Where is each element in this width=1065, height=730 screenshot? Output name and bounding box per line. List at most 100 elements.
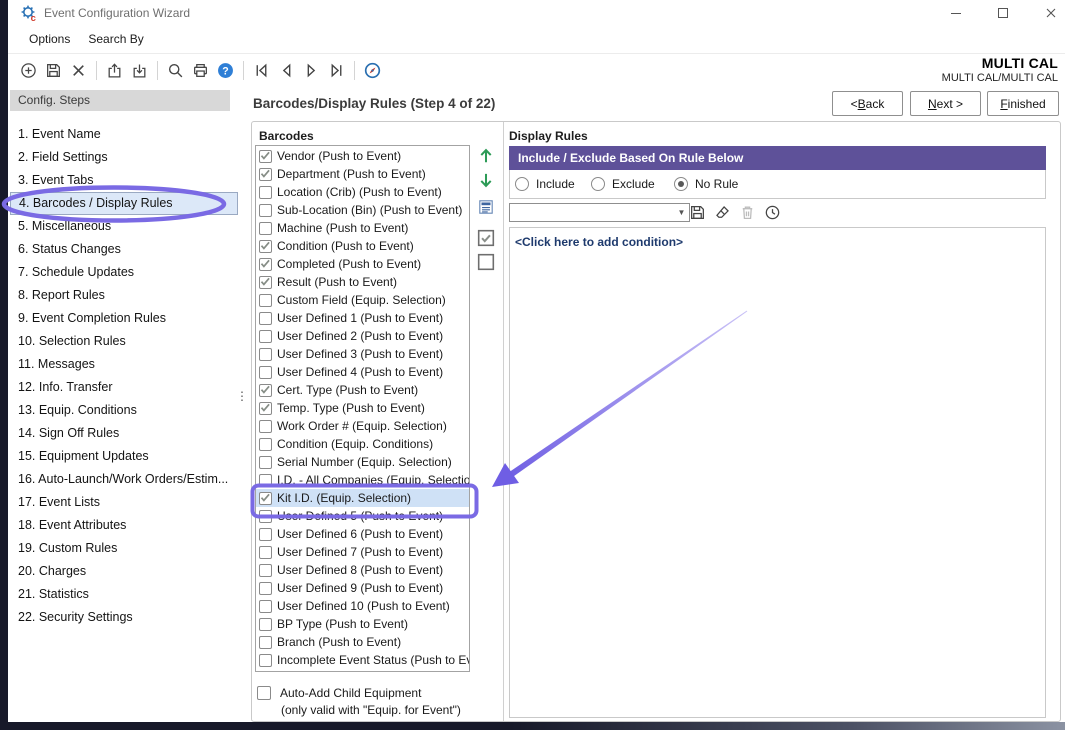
radio-include[interactable]: Include <box>515 170 575 198</box>
sidebar-item-step-18[interactable]: 18. Event Attributes <box>10 514 238 537</box>
nav-prev-icon[interactable] <box>274 58 299 83</box>
sidebar-item-step-3[interactable]: 3. Event Tabs <box>10 169 238 192</box>
rule-history-icon[interactable] <box>762 202 782 222</box>
barcode-row-15[interactable]: Temp. Type (Push to Event) <box>256 399 469 417</box>
nav-last-icon[interactable] <box>324 58 349 83</box>
sidebar-item-step-15[interactable]: 15. Equipment Updates <box>10 445 238 468</box>
sidebar-item-step-20[interactable]: 20. Charges <box>10 560 238 583</box>
rule-save-icon[interactable] <box>687 202 707 222</box>
barcode-row-1[interactable]: Vendor (Push to Event) <box>256 147 469 165</box>
radio-selected[interactable] <box>674 177 688 191</box>
finished-button[interactable]: Finished <box>987 91 1059 116</box>
sidebar-item-step-16[interactable]: 16. Auto-Launch/Work Orders/Estim... <box>10 468 238 491</box>
check-all-icon[interactable] <box>477 229 495 247</box>
checkbox-unchecked[interactable] <box>259 186 272 199</box>
checkbox-unchecked[interactable] <box>259 600 272 613</box>
compass-icon[interactable] <box>360 58 385 83</box>
checkbox-checked[interactable] <box>259 240 272 253</box>
add-icon[interactable] <box>16 58 41 83</box>
barcode-row-27[interactable]: BP Type (Push to Event) <box>256 615 469 633</box>
radio-exclude[interactable]: Exclude <box>591 170 655 198</box>
checkbox-unchecked[interactable] <box>259 546 272 559</box>
save-icon[interactable] <box>41 58 66 83</box>
sidebar-item-step-2[interactable]: 2. Field Settings <box>10 146 238 169</box>
checkbox-unchecked[interactable] <box>259 366 272 379</box>
sidebar-item-step-6[interactable]: 6. Status Changes <box>10 238 238 261</box>
sidebar-item-step-14[interactable]: 14. Sign Off Rules <box>10 422 238 445</box>
checkbox-unchecked[interactable] <box>259 438 272 451</box>
barcode-row-22[interactable]: User Defined 6 (Push to Event) <box>256 525 469 543</box>
barcode-row-25[interactable]: User Defined 9 (Push to Event) <box>256 579 469 597</box>
checkbox-unchecked[interactable] <box>259 510 272 523</box>
checkbox-unchecked[interactable] <box>259 456 272 469</box>
barcode-row-17[interactable]: Condition (Equip. Conditions) <box>256 435 469 453</box>
checkbox-checked[interactable] <box>259 258 272 271</box>
splitter-handle[interactable] <box>236 392 244 401</box>
checkbox-unchecked[interactable] <box>259 348 272 361</box>
barcode-row-12[interactable]: User Defined 3 (Push to Event) <box>256 345 469 363</box>
move-up-icon[interactable] <box>477 147 495 165</box>
uncheck-all-icon[interactable] <box>477 253 495 271</box>
checkbox-unchecked[interactable] <box>259 222 272 235</box>
sidebar-item-step-7[interactable]: 7. Schedule Updates <box>10 261 238 284</box>
barcode-row-6[interactable]: Condition (Push to Event) <box>256 237 469 255</box>
radio-unselected[interactable] <box>515 177 529 191</box>
barcode-row-7[interactable]: Completed (Push to Event) <box>256 255 469 273</box>
barcode-row-10[interactable]: User Defined 1 (Push to Event) <box>256 309 469 327</box>
radio-unselected[interactable] <box>591 177 605 191</box>
next-button[interactable]: Next > <box>910 91 981 116</box>
minimize-button[interactable] <box>941 0 971 26</box>
sidebar-item-step-10[interactable]: 10. Selection Rules <box>10 330 238 353</box>
checkbox-unchecked[interactable] <box>259 582 272 595</box>
menu-search-by[interactable]: Search By <box>79 26 152 53</box>
barcode-row-26[interactable]: User Defined 10 (Push to Event) <box>256 597 469 615</box>
barcode-row-21[interactable]: User Defined 5 (Push to Event) <box>256 507 469 525</box>
sidebar-item-step-17[interactable]: 17. Event Lists <box>10 491 238 514</box>
checkbox-unchecked[interactable] <box>259 474 272 487</box>
sidebar-item-step-4[interactable]: 4. Barcodes / Display Rules <box>10 192 238 215</box>
rule-clear-icon[interactable] <box>712 202 732 222</box>
barcode-row-8[interactable]: Result (Push to Event) <box>256 273 469 291</box>
barcode-row-3[interactable]: Location (Crib) (Push to Event) <box>256 183 469 201</box>
sidebar-item-step-11[interactable]: 11. Messages <box>10 353 238 376</box>
radio-no-rule[interactable]: No Rule <box>674 170 738 198</box>
back-button[interactable]: < Back <box>832 91 903 116</box>
barcode-row-28[interactable]: Branch (Push to Event) <box>256 633 469 651</box>
help-icon[interactable]: ? <box>213 58 238 83</box>
close-button[interactable] <box>1036 0 1065 26</box>
export-icon[interactable] <box>102 58 127 83</box>
barcode-row-24[interactable]: User Defined 8 (Push to Event) <box>256 561 469 579</box>
maximize-button[interactable] <box>988 0 1018 26</box>
search-icon[interactable] <box>163 58 188 83</box>
barcode-row-20[interactable]: Kit I.D. (Equip. Selection) <box>256 489 469 507</box>
checkbox-unchecked[interactable] <box>259 330 272 343</box>
sidebar-item-step-19[interactable]: 19. Custom Rules <box>10 537 238 560</box>
nav-next-icon[interactable] <box>299 58 324 83</box>
barcode-row-29[interactable]: Incomplete Event Status (Push to Event) <box>256 651 469 669</box>
auto-add-checkbox[interactable] <box>257 686 271 700</box>
delete-icon[interactable] <box>66 58 91 83</box>
import-icon[interactable] <box>127 58 152 83</box>
sidebar-item-step-12[interactable]: 12. Info. Transfer <box>10 376 238 399</box>
barcode-row-4[interactable]: Sub-Location (Bin) (Push to Event) <box>256 201 469 219</box>
add-condition-link[interactable]: <Click here to add condition> <box>510 228 688 256</box>
sidebar-item-step-9[interactable]: 9. Event Completion Rules <box>10 307 238 330</box>
sidebar-item-step-22[interactable]: 22. Security Settings <box>10 606 238 629</box>
details-icon[interactable] <box>477 198 495 216</box>
barcode-row-11[interactable]: User Defined 2 (Push to Event) <box>256 327 469 345</box>
sidebar-item-step-21[interactable]: 21. Statistics <box>10 583 238 606</box>
checkbox-unchecked[interactable] <box>259 636 272 649</box>
barcode-row-18[interactable]: Serial Number (Equip. Selection) <box>256 453 469 471</box>
checkbox-unchecked[interactable] <box>259 204 272 217</box>
print-icon[interactable] <box>188 58 213 83</box>
barcode-row-16[interactable]: Work Order # (Equip. Selection) <box>256 417 469 435</box>
checkbox-unchecked[interactable] <box>259 312 272 325</box>
auto-add-child-equipment-row[interactable]: Auto-Add Child Equipment <box>257 686 421 700</box>
barcode-row-9[interactable]: Custom Field (Equip. Selection) <box>256 291 469 309</box>
sidebar-item-step-5[interactable]: 5. Miscellaneous <box>10 215 238 238</box>
sidebar-item-step-1[interactable]: 1. Event Name <box>10 123 238 146</box>
checkbox-checked[interactable] <box>259 150 272 163</box>
menu-options[interactable]: Options <box>20 26 79 53</box>
checkbox-unchecked[interactable] <box>259 618 272 631</box>
barcode-row-5[interactable]: Machine (Push to Event) <box>256 219 469 237</box>
